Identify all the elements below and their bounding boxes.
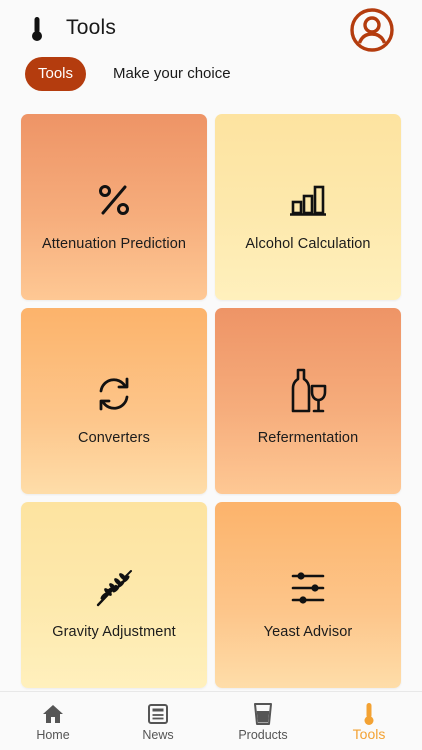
tool-card-yeast-advisor[interactable]: Yeast Advisor <box>215 502 401 688</box>
tool-label: Yeast Advisor <box>263 624 353 640</box>
refresh-icon <box>99 377 129 411</box>
sliders-icon <box>291 572 325 604</box>
nav-label: Home <box>36 728 70 742</box>
tool-label: Gravity Adjustment <box>52 624 176 640</box>
tool-card-converters[interactable]: Converters <box>21 308 207 494</box>
thermometer-icon <box>364 703 374 725</box>
glass-icon <box>254 703 272 725</box>
tool-label: Alcohol Calculation <box>245 236 371 252</box>
nav-label: News <box>142 728 174 742</box>
home-icon <box>43 705 63 723</box>
tool-card-alcohol-calculation[interactable]: Alcohol Calculation <box>215 114 401 300</box>
tool-label: Refermentation <box>257 430 359 446</box>
nav-item-products[interactable]: Products <box>210 692 316 750</box>
newspaper-icon <box>148 704 168 724</box>
nav-item-news[interactable]: News <box>105 692 211 750</box>
tool-card-gravity-adjustment[interactable]: Gravity Adjustment <box>21 502 207 688</box>
nav-item-home[interactable]: Home <box>0 692 106 750</box>
tools-grid: Attenuation Prediction Alcohol Calculati… <box>0 0 422 690</box>
bottom-nav: Home News Products Tools <box>0 691 422 750</box>
bar-chart-icon <box>290 185 326 216</box>
nav-label: Tools <box>352 726 386 742</box>
nav-item-tools[interactable]: Tools <box>316 692 422 750</box>
tool-card-refermentation[interactable]: Refermentation <box>215 308 401 494</box>
nav-label: Products <box>238 728 288 742</box>
bottle-glass-icon <box>291 368 327 413</box>
tool-card-attenuation-prediction[interactable]: Attenuation Prediction <box>21 114 207 300</box>
wheat-icon <box>96 570 132 607</box>
tool-label: Attenuation Prediction <box>41 236 187 252</box>
percent-icon <box>99 185 129 215</box>
tool-label: Converters <box>78 430 150 446</box>
